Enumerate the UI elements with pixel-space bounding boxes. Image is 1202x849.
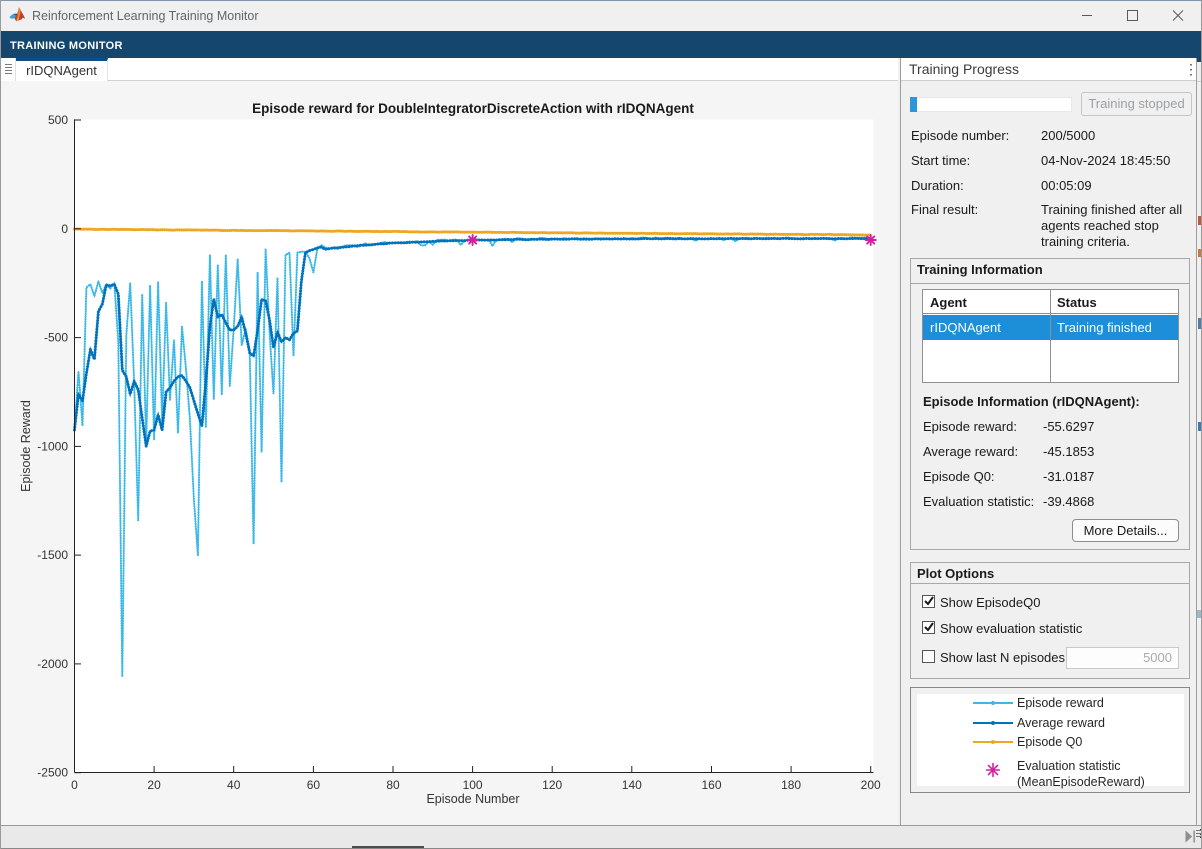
svg-text:0: 0	[71, 778, 78, 792]
svg-text:-1000: -1000	[37, 439, 68, 453]
svg-text:60: 60	[307, 778, 321, 792]
svg-text:0: 0	[61, 222, 68, 236]
svg-text:160: 160	[701, 778, 721, 792]
svg-text:-2500: -2500	[37, 766, 68, 780]
svg-text:Episode Number: Episode Number	[426, 792, 519, 806]
svg-text:100: 100	[463, 778, 483, 792]
svg-text:-500: -500	[44, 331, 68, 345]
svg-text:40: 40	[227, 778, 241, 792]
svg-text:80: 80	[386, 778, 400, 792]
svg-text:500: 500	[48, 113, 68, 127]
svg-text:-1500: -1500	[37, 548, 68, 562]
svg-text:Episode reward for DoubleInteg: Episode reward for DoubleIntegratorDiscr…	[252, 101, 694, 116]
svg-text:120: 120	[542, 778, 562, 792]
svg-text:Episode Reward: Episode Reward	[19, 400, 33, 492]
svg-text:20: 20	[147, 778, 161, 792]
svg-text:140: 140	[622, 778, 642, 792]
svg-text:200: 200	[861, 778, 881, 792]
svg-text:180: 180	[781, 778, 801, 792]
svg-text:-2000: -2000	[37, 657, 68, 671]
